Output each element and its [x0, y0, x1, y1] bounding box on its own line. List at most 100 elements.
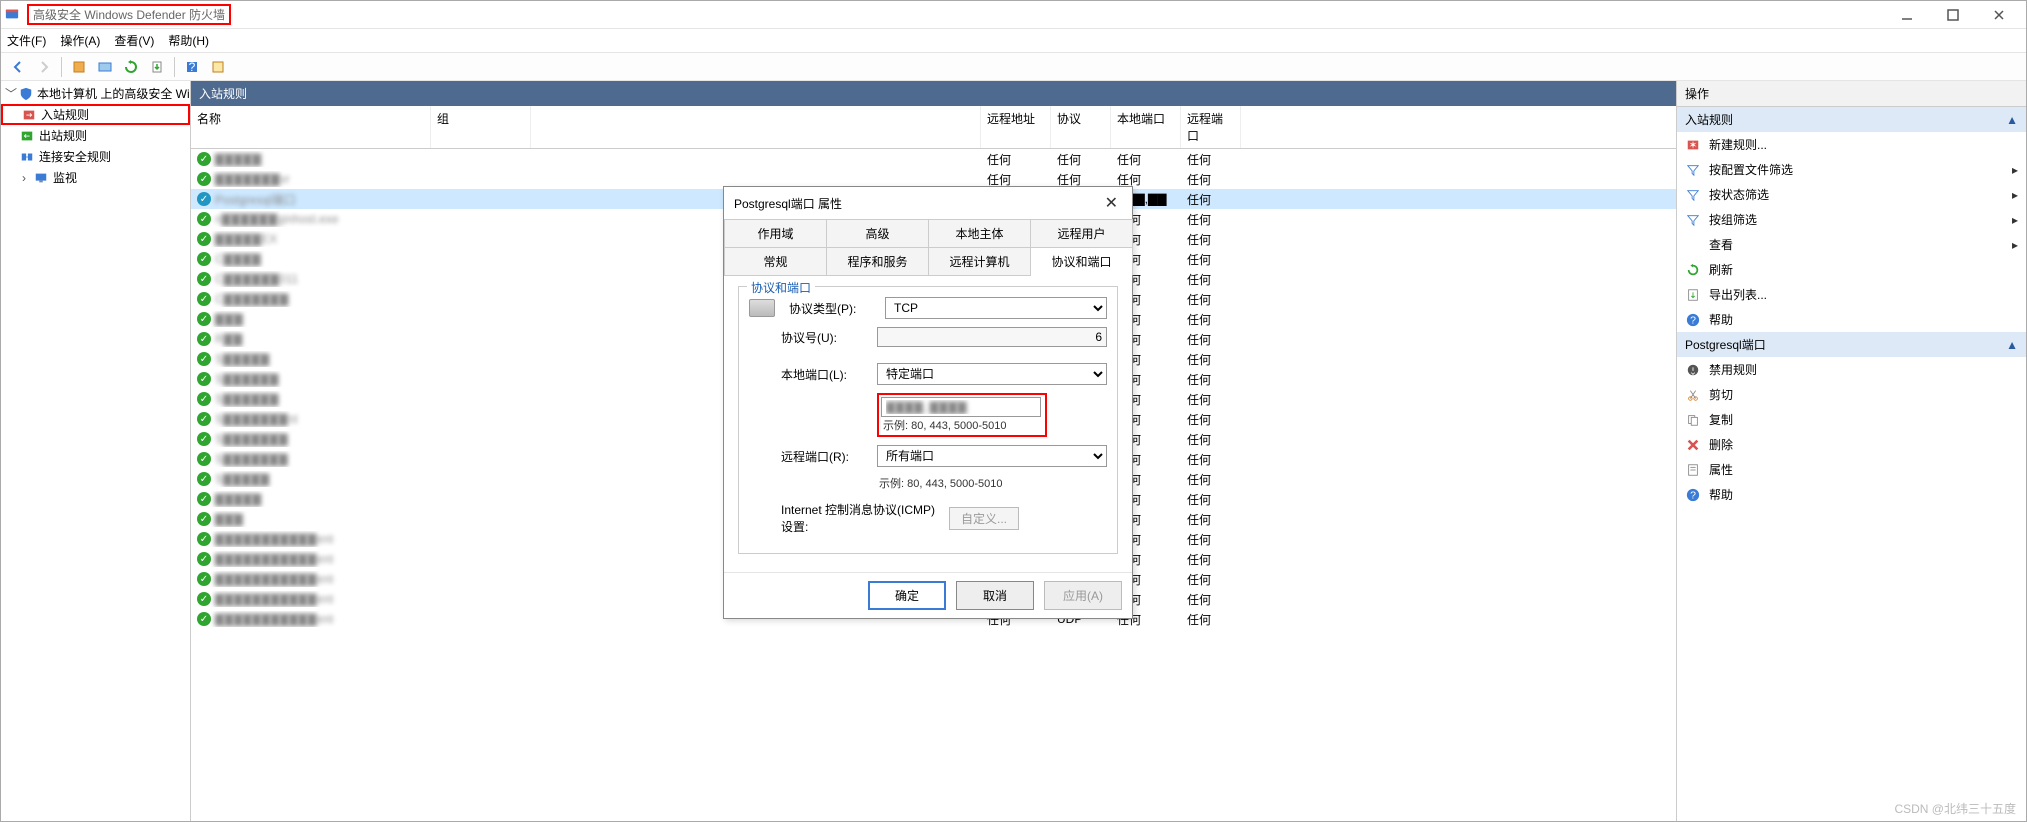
- actions-section2-header[interactable]: Postgresql端口 ▲: [1677, 332, 2026, 357]
- action-refresh[interactable]: 刷新: [1677, 257, 2026, 282]
- tab-protocol-port[interactable]: 协议和端口: [1030, 247, 1133, 275]
- actions-section1-header[interactable]: 入站规则 ▲: [1677, 107, 2026, 132]
- menu-help[interactable]: 帮助(H): [168, 32, 209, 49]
- rule-group: [431, 378, 531, 380]
- local-port-mode-select[interactable]: 特定端口: [877, 363, 1107, 385]
- action-filter-profile[interactable]: 按配置文件筛选▸: [1677, 157, 2026, 182]
- rule-name-text: S▇▇▇▇▇: [215, 352, 269, 366]
- maximize-button[interactable]: [1930, 1, 1976, 29]
- action-export[interactable]: 导出列表...: [1677, 282, 2026, 307]
- rule-group: [431, 478, 531, 480]
- menu-view[interactable]: 查看(V): [114, 32, 154, 49]
- tree-root[interactable]: ﹀ 本地计算机 上的高级安全 Wind: [1, 83, 190, 104]
- local-port-value-input[interactable]: [881, 397, 1041, 417]
- rule-name-text: S▇▇▇▇▇▇: [215, 392, 278, 406]
- tab-remote-computer[interactable]: 远程计算机: [928, 247, 1031, 275]
- rule-enabled-icon: ✓: [197, 472, 211, 486]
- dialog-body: 协议和端口 协议类型(P): TCP 协议号(U): 本地端口(L):: [724, 276, 1132, 572]
- chevron-right-icon: ▸: [2012, 163, 2018, 177]
- col-name[interactable]: 名称: [191, 106, 431, 148]
- action-cut[interactable]: 剪切: [1677, 382, 2026, 407]
- nav-forward-button[interactable]: [33, 56, 55, 78]
- menu-action[interactable]: 操作(A): [60, 32, 100, 49]
- rule-enabled-icon: ✓: [197, 412, 211, 426]
- action-disable-rule[interactable]: 禁用规则: [1677, 357, 2026, 382]
- col-protocol[interactable]: 协议: [1051, 106, 1111, 148]
- rule-remote-port: 任何: [1181, 570, 1241, 589]
- rule-enabled-icon: ✓: [197, 552, 211, 566]
- action-filter-group[interactable]: 按组筛选▸: [1677, 207, 2026, 232]
- action-help2[interactable]: ?帮助: [1677, 482, 2026, 507]
- action-delete[interactable]: 删除: [1677, 432, 2026, 457]
- action-new-rule[interactable]: ✶新建规则...: [1677, 132, 2026, 157]
- minimize-button[interactable]: [1884, 1, 1930, 29]
- rule-enabled-icon: ✓: [197, 592, 211, 606]
- proto-port-group: 协议和端口 协议类型(P): TCP 协议号(U): 本地端口(L):: [738, 286, 1118, 554]
- proto-type-select[interactable]: TCP: [885, 297, 1107, 319]
- rule-group: [431, 338, 531, 340]
- rule-remote-port: 任何: [1181, 270, 1241, 289]
- rule-group: [431, 358, 531, 360]
- dialog-close-button[interactable]: ✕: [1101, 193, 1122, 213]
- col-local-port[interactable]: 本地端口: [1111, 106, 1181, 148]
- tree-inbound-label: 入站规则: [41, 106, 89, 123]
- tab-general[interactable]: 常规: [724, 247, 827, 275]
- tree-connsec[interactable]: 连接安全规则: [1, 146, 190, 167]
- nav-back-button[interactable]: [7, 56, 29, 78]
- action-filter-state[interactable]: 按状态筛选▸: [1677, 182, 2026, 207]
- label-local-port: 本地端口(L):: [781, 366, 869, 383]
- rule-group: [431, 278, 531, 280]
- tree-inbound[interactable]: 入站规则: [1, 104, 190, 125]
- menu-file[interactable]: 文件(F): [7, 32, 46, 49]
- cancel-button[interactable]: 取消: [956, 581, 1034, 610]
- tab-scope[interactable]: 作用域: [724, 219, 827, 247]
- icmp-custom-button: 自定义...: [949, 507, 1019, 530]
- rule-protocol: 任何: [1051, 150, 1111, 169]
- dialog-buttons: 确定 取消 应用(A): [724, 572, 1132, 618]
- action-view[interactable]: 查看▸: [1677, 232, 2026, 257]
- tab-advanced[interactable]: 高级: [826, 219, 929, 247]
- tab-remote-user[interactable]: 远程用户: [1030, 219, 1133, 247]
- action-properties[interactable]: 属性: [1677, 457, 2026, 482]
- filter-icon: [1685, 162, 1701, 178]
- expand-icon[interactable]: ›: [19, 171, 29, 185]
- expand-icon[interactable]: ﹀: [5, 85, 15, 102]
- tree-monitor[interactable]: › 监视: [1, 167, 190, 188]
- action-help[interactable]: ?帮助: [1677, 307, 2026, 332]
- rule-name-text: C▇▇▇▇▇▇011: [215, 272, 298, 286]
- close-button[interactable]: [1976, 1, 2022, 29]
- rule-group: [431, 558, 531, 560]
- main-area: ﹀ 本地计算机 上的高级安全 Wind 入站规则 出站规则 连接安全规则 › 监…: [1, 81, 2026, 821]
- rule-group: [431, 498, 531, 500]
- col-group[interactable]: 组: [431, 106, 531, 148]
- chevron-right-icon: ▸: [2012, 188, 2018, 202]
- rule-row[interactable]: ✓▇▇▇▇▇任何任何任何任何: [191, 149, 1676, 169]
- rule-enabled-icon: ✓: [197, 272, 211, 286]
- tb-refresh-button[interactable]: [120, 56, 142, 78]
- tree-outbound-label: 出站规则: [39, 127, 87, 144]
- col-remote-port[interactable]: 远程端口: [1181, 106, 1241, 148]
- rule-name-text: C▇▇▇▇▇▇▇: [215, 292, 288, 306]
- ok-button[interactable]: 确定: [868, 581, 946, 610]
- action-copy[interactable]: 复制: [1677, 407, 2026, 432]
- tab-local-principal[interactable]: 本地主体: [928, 219, 1031, 247]
- col-remote-addr[interactable]: 远程地址: [981, 106, 1051, 148]
- label-remote-port: 远程端口(R):: [781, 448, 869, 465]
- separator: [174, 57, 175, 77]
- dialog-title-text: Postgresql端口 属性: [734, 195, 842, 212]
- filter-icon: [1685, 212, 1701, 228]
- tb-btn-last[interactable]: [207, 56, 229, 78]
- tree-connsec-label: 连接安全规则: [39, 148, 111, 165]
- tab-programs[interactable]: 程序和服务: [826, 247, 929, 275]
- tb-btn-1[interactable]: [68, 56, 90, 78]
- tree-outbound[interactable]: 出站规则: [1, 125, 190, 146]
- new-rule-icon: ✶: [1685, 137, 1701, 153]
- refresh-icon: [1685, 262, 1701, 278]
- tb-btn-2[interactable]: [94, 56, 116, 78]
- remote-port-mode-select[interactable]: 所有端口: [877, 445, 1107, 467]
- label-proto-type: 协议类型(P):: [789, 300, 877, 317]
- tb-help-button[interactable]: ?: [181, 56, 203, 78]
- rule-enabled-icon: ✓: [197, 512, 211, 526]
- tb-export-button[interactable]: [146, 56, 168, 78]
- rule-name-text: ▇▇▇: [215, 512, 243, 526]
